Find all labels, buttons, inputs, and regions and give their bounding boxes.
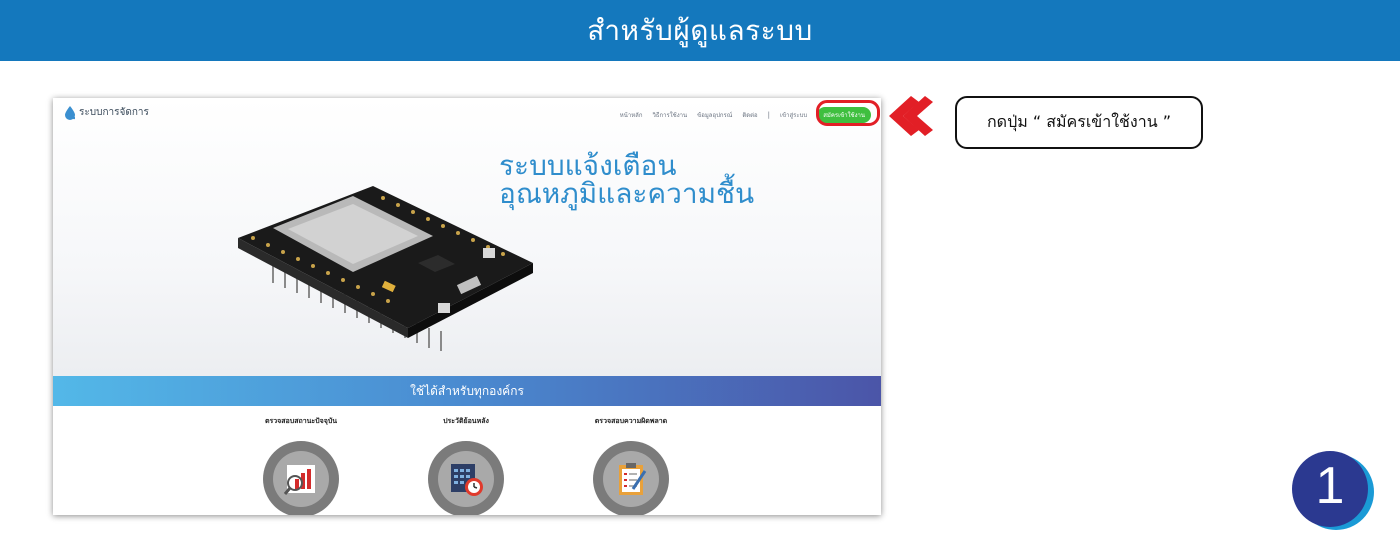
step-number: 1 bbox=[1315, 457, 1345, 515]
hero-title-line1: ระบบแจ้งเตือน bbox=[499, 149, 677, 182]
hero-section: ระบบการจัดการ หน้าหลัก วิธีการใช้งาน ข้อ… bbox=[53, 98, 881, 376]
calendar-clock-icon bbox=[428, 441, 504, 515]
checklist-pencil-icon bbox=[593, 441, 669, 515]
hero-title: ระบบแจ้งเตือน อุณหภูมิและความชื้น bbox=[499, 152, 754, 208]
tutorial-page: สำหรับผู้ดูแลระบบ ระบบการจัดการ หน้าหลัก… bbox=[0, 0, 1400, 550]
water-drop-icon bbox=[65, 105, 75, 120]
nav-login[interactable]: เข้าสู่ระบบ bbox=[780, 110, 807, 120]
top-banner: สำหรับผู้ดูแลระบบ bbox=[0, 0, 1400, 61]
esp32-board-image bbox=[238, 186, 533, 351]
feature-history[interactable]: ประวัติย้อนหลัง bbox=[396, 416, 536, 515]
instruction-callout: กดปุ่ม “ สมัครเข้าใช้งาน ” bbox=[955, 96, 1203, 149]
hero-title-line2: อุณหภูมิและความชื้น bbox=[499, 177, 755, 210]
double-chevron-left-icon bbox=[889, 96, 933, 136]
feature-label: ประวัติย้อนหลัง bbox=[443, 417, 489, 425]
nav-contact[interactable]: ติดต่อ bbox=[742, 110, 757, 120]
chart-magnifier-icon bbox=[263, 441, 339, 515]
feature-error-check[interactable]: ตรวจสอบความผิดพลาด bbox=[561, 416, 701, 515]
signup-highlight-ring bbox=[816, 100, 880, 126]
nav-device-info[interactable]: ข้อมูลอุปกรณ์ bbox=[697, 110, 732, 120]
band-text: ใช้ได้สำหรับทุกองค์กร bbox=[410, 383, 524, 398]
organization-band: ใช้ได้สำหรับทุกองค์กร bbox=[53, 376, 881, 406]
site-brand-label: ระบบการจัดการ bbox=[79, 107, 149, 118]
instruction-text: กดปุ่ม “ สมัครเข้าใช้งาน ” bbox=[986, 112, 1172, 131]
feature-label: ตรวจสอบสถานะปัจจุบัน bbox=[264, 417, 338, 425]
site-brand[interactable]: ระบบการจัดการ bbox=[65, 105, 149, 120]
banner-title: สำหรับผู้ดูแลระบบ bbox=[587, 13, 813, 47]
site-navbar: ระบบการจัดการ หน้าหลัก วิธีการใช้งาน ข้อ… bbox=[53, 98, 881, 128]
website-screenshot: ระบบการจัดการ หน้าหลัก วิธีการใช้งาน ข้อ… bbox=[53, 98, 881, 515]
nav-home[interactable]: หน้าหลัก bbox=[620, 110, 643, 120]
nav-separator: | bbox=[767, 111, 770, 119]
feature-current-status[interactable]: ตรวจสอบสถานะปัจจุบัน bbox=[231, 416, 371, 515]
feature-label: ตรวจสอบความผิดพลาด bbox=[594, 417, 668, 425]
nav-how-to-use[interactable]: วิธีการใช้งาน bbox=[652, 110, 687, 120]
